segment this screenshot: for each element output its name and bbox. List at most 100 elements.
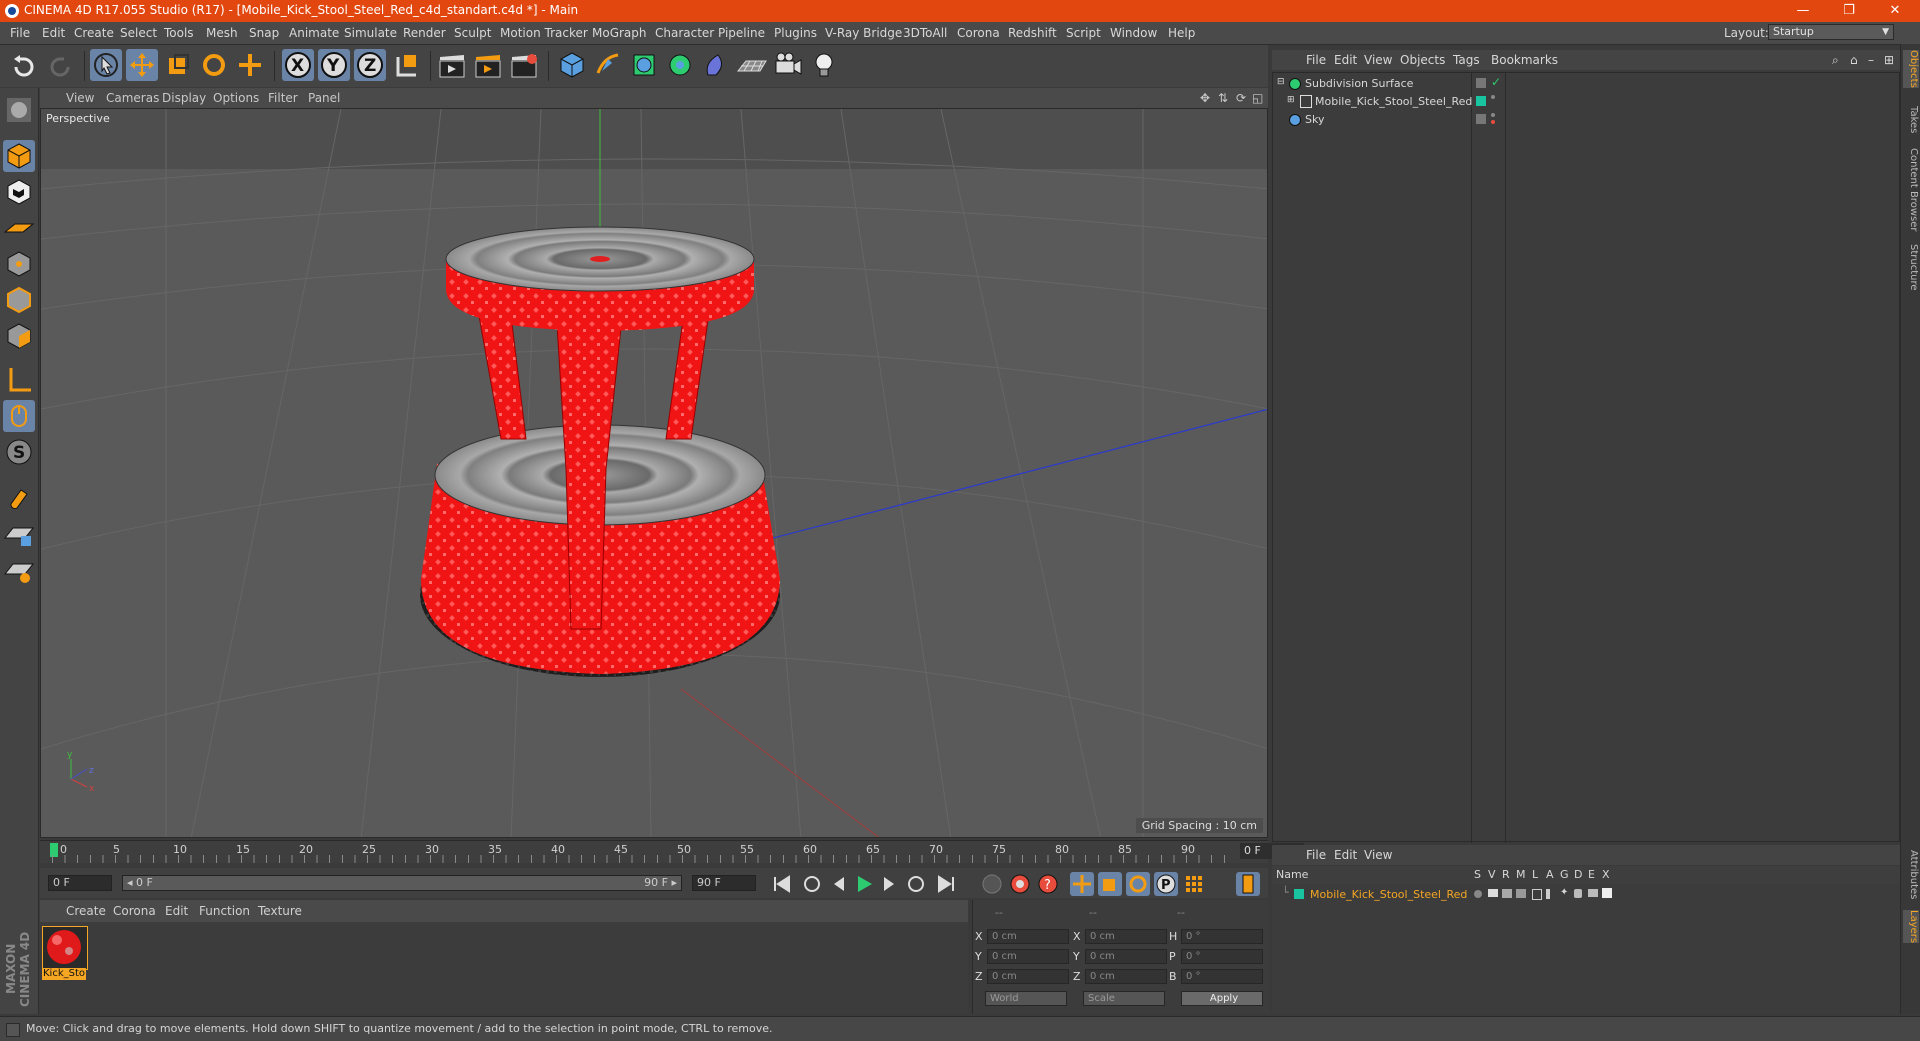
maximize-panel-icon[interactable]: ⊞ xyxy=(1884,53,1894,67)
viewport-menu-cameras[interactable]: Cameras xyxy=(106,91,159,105)
play-forward-button[interactable] xyxy=(852,872,876,896)
record-keys-off-button[interactable] xyxy=(980,872,1004,896)
layers-menu-edit[interactable]: Edit xyxy=(1334,848,1357,862)
animation-icon[interactable] xyxy=(1546,889,1550,899)
rotation-b-field[interactable]: 0 ° xyxy=(1181,969,1263,984)
visibility-dot-icon[interactable] xyxy=(1491,113,1495,117)
layer-col-animation[interactable]: A xyxy=(1546,868,1554,881)
object-name[interactable]: Mobile_Kick_Stool_Steel_Red xyxy=(1315,95,1472,108)
rotate-tool-button[interactable] xyxy=(198,49,230,81)
transform-tool-button[interactable] xyxy=(234,49,266,81)
magnet-button[interactable] xyxy=(3,482,35,514)
expand-icon[interactable]: ⊞ xyxy=(1287,95,1295,105)
material-menu-corona[interactable]: Corona xyxy=(113,904,156,918)
material-menu-texture[interactable]: Texture xyxy=(258,904,302,918)
texture-mode-button[interactable] xyxy=(3,176,35,208)
size-mode-select[interactable]: Scale xyxy=(1083,991,1165,1006)
polygons-mode-button[interactable] xyxy=(3,320,35,352)
objects-menu-bookmarks[interactable]: Bookmarks xyxy=(1491,53,1558,67)
floor-button[interactable] xyxy=(736,49,768,81)
deformer-icon[interactable] xyxy=(1574,889,1582,898)
size-x-field[interactable]: 0 cm xyxy=(1085,929,1167,944)
lock-workplane-button[interactable] xyxy=(3,518,35,550)
menu-character[interactable]: Character xyxy=(655,26,714,40)
collapse-icon[interactable]: ⊟ xyxy=(1277,77,1285,87)
object-name[interactable]: Sky xyxy=(1305,113,1324,126)
previous-frame-button[interactable] xyxy=(826,872,850,896)
visibility-dot-icon[interactable] xyxy=(1491,95,1495,99)
spline-pen-button[interactable] xyxy=(592,49,624,81)
menu-create[interactable]: Create xyxy=(74,26,114,40)
menu-motion-tracker[interactable]: Motion Tracker xyxy=(500,26,588,40)
menu-animate[interactable]: Animate xyxy=(289,26,339,40)
3d-viewport[interactable]: y z x Perspective Grid Spacing : 10 cm xyxy=(40,108,1268,838)
autokeying-button[interactable]: ? xyxy=(1036,872,1060,896)
key-scale-button[interactable] xyxy=(1098,872,1122,896)
viewport-rotate-icon[interactable]: ⟳ xyxy=(1236,91,1246,105)
coordinate-system-button[interactable] xyxy=(390,49,422,81)
menu-sculpt[interactable]: Sculpt xyxy=(454,26,491,40)
material-name[interactable]: Kick_Sto xyxy=(42,968,86,980)
restore-button[interactable]: ❐ xyxy=(1826,0,1872,22)
scale-tool-button[interactable] xyxy=(162,49,194,81)
z-axis-button[interactable]: Z xyxy=(354,49,386,81)
menu-edit[interactable]: Edit xyxy=(42,26,65,40)
layer-toggle-icon[interactable] xyxy=(1476,78,1486,88)
y-axis-button[interactable]: Y xyxy=(318,49,350,81)
object-row[interactable]: ⊟ Subdivision Surface ✓ xyxy=(1273,75,1899,93)
layout-select[interactable]: Startup ▼ xyxy=(1768,24,1894,40)
eye-icon[interactable] xyxy=(1488,889,1498,897)
viewport-move-icon[interactable]: ✥ xyxy=(1200,91,1210,105)
apply-button[interactable]: Apply xyxy=(1181,991,1263,1006)
enabled-check-icon[interactable]: ✓ xyxy=(1491,75,1501,89)
key-position-button[interactable] xyxy=(1070,872,1094,896)
layer-col-deformers[interactable]: D xyxy=(1574,868,1582,881)
layers-menu-file[interactable]: File xyxy=(1306,848,1326,862)
layer-col-solo[interactable]: S xyxy=(1474,868,1481,881)
close-button[interactable]: ✕ xyxy=(1872,0,1918,22)
menu-simulate[interactable]: Simulate xyxy=(344,26,397,40)
menu-script[interactable]: Script xyxy=(1066,26,1101,40)
coordinate-space-select[interactable]: World xyxy=(985,991,1067,1006)
objects-menu-objects[interactable]: Objects xyxy=(1400,53,1445,67)
menu-corona[interactable]: Corona xyxy=(957,26,1000,40)
viewport-menu-panel[interactable]: Panel xyxy=(308,91,340,105)
live-selection-button[interactable] xyxy=(90,49,122,81)
camera-button[interactable] xyxy=(772,49,804,81)
search-icon[interactable]: ⌕ xyxy=(1832,53,1839,68)
key-point-level-button[interactable] xyxy=(1182,872,1206,896)
size-z-field[interactable]: 0 cm xyxy=(1085,969,1167,984)
layer-color-swatch[interactable] xyxy=(1476,96,1486,106)
position-x-field[interactable]: 0 cm xyxy=(987,929,1069,944)
menu-select[interactable]: Select xyxy=(120,26,157,40)
layer-col-manager[interactable]: M xyxy=(1516,868,1526,881)
material-menu-function[interactable]: Function xyxy=(199,904,250,918)
menu-plugins[interactable]: Plugins xyxy=(774,26,817,40)
object-row[interactable]: Sky xyxy=(1273,111,1899,129)
cloner-button[interactable] xyxy=(664,49,696,81)
layer-col-xref[interactable]: X xyxy=(1602,868,1610,881)
workplane-button[interactable] xyxy=(3,212,35,244)
menu-3dtoall[interactable]: 3DToAll xyxy=(903,26,947,40)
undo-button[interactable] xyxy=(8,49,40,81)
next-keyframe-button[interactable] xyxy=(904,872,928,896)
start-frame-field[interactable]: 0 F xyxy=(48,875,112,891)
layers-menu-view[interactable]: View xyxy=(1364,848,1392,862)
material-swatch[interactable] xyxy=(42,926,88,970)
material-menu-edit[interactable]: Edit xyxy=(165,904,188,918)
light-button[interactable] xyxy=(808,49,840,81)
menu-snap[interactable]: Snap xyxy=(249,26,279,40)
expression-icon[interactable] xyxy=(1588,889,1598,897)
subdivision-surface-button[interactable] xyxy=(628,49,660,81)
move-tool-button[interactable] xyxy=(126,49,158,81)
timeline-button[interactable] xyxy=(1236,872,1260,896)
render-view-button[interactable] xyxy=(436,49,468,81)
layer-col-generators[interactable]: G xyxy=(1560,868,1569,881)
points-mode-button[interactable] xyxy=(3,248,35,280)
menu-pipeline[interactable]: Pipeline xyxy=(718,26,765,40)
tweak-mode-button[interactable] xyxy=(3,400,35,432)
position-z-field[interactable]: 0 cm xyxy=(987,969,1069,984)
menu-window[interactable]: Window xyxy=(1110,26,1157,40)
next-frame-button[interactable] xyxy=(878,872,902,896)
size-y-field[interactable]: 0 cm xyxy=(1085,949,1167,964)
